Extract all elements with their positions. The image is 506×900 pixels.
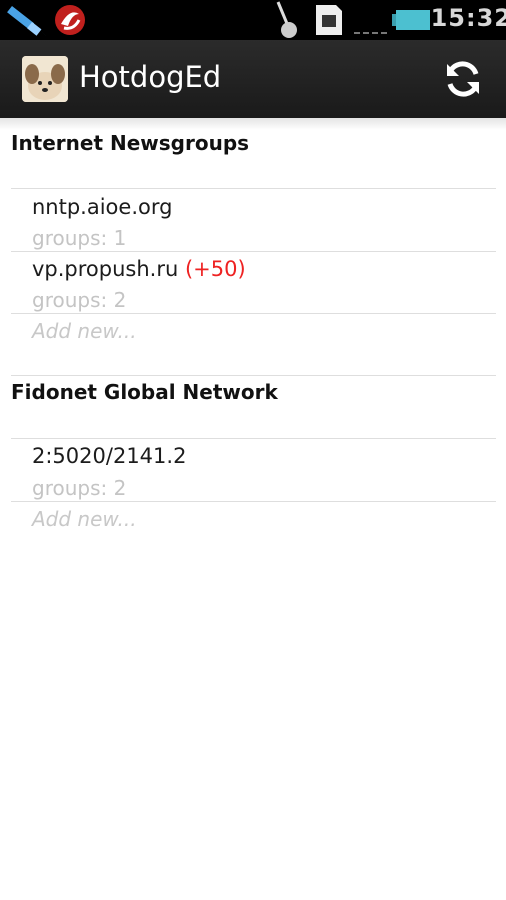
add-new-server-button[interactable]: Add new...	[32, 507, 137, 531]
divider	[11, 188, 496, 189]
divider	[11, 375, 496, 376]
action-bar: HotdogEd	[0, 40, 506, 118]
action-bar-shadow	[0, 118, 506, 130]
server-name: vp.propush.ru (+50)	[32, 257, 246, 281]
app-avatar-icon[interactable]	[22, 56, 68, 102]
server-name-text: 2:5020/2141.2	[32, 444, 187, 468]
server-groups-count: groups: 1	[32, 226, 127, 250]
add-new-server-button[interactable]: Add new...	[32, 319, 137, 343]
app-title: HotdogEd	[79, 60, 222, 94]
divider	[11, 313, 496, 314]
battery-icon	[392, 0, 432, 40]
server-groups-count: groups: 2	[32, 476, 127, 500]
refresh-icon	[447, 61, 479, 97]
sim-card-icon	[314, 0, 344, 40]
server-name-text: vp.propush.ru	[32, 257, 179, 281]
usb-icon	[6, 0, 52, 40]
server-name-text: nntp.aioe.org	[32, 195, 173, 219]
refresh-button[interactable]	[442, 58, 484, 100]
section-header-internet-newsgroups: Internet Newsgroups	[11, 131, 250, 155]
server-name: 2:5020/2141.2	[32, 444, 186, 468]
signal-icon	[352, 0, 388, 40]
divider	[11, 501, 496, 502]
status-bar: 15:32	[0, 0, 506, 40]
section-header-fidonet: Fidonet Global Network	[11, 380, 278, 404]
divider	[11, 251, 496, 252]
app-notification-icon	[52, 0, 88, 40]
server-groups-count: groups: 2	[32, 288, 127, 312]
unread-count-badge: (+50)	[184, 257, 246, 281]
usb-debug-icon	[274, 0, 300, 40]
divider	[11, 438, 496, 439]
status-clock: 15:32	[430, 4, 506, 32]
server-name: nntp.aioe.org	[32, 195, 172, 219]
